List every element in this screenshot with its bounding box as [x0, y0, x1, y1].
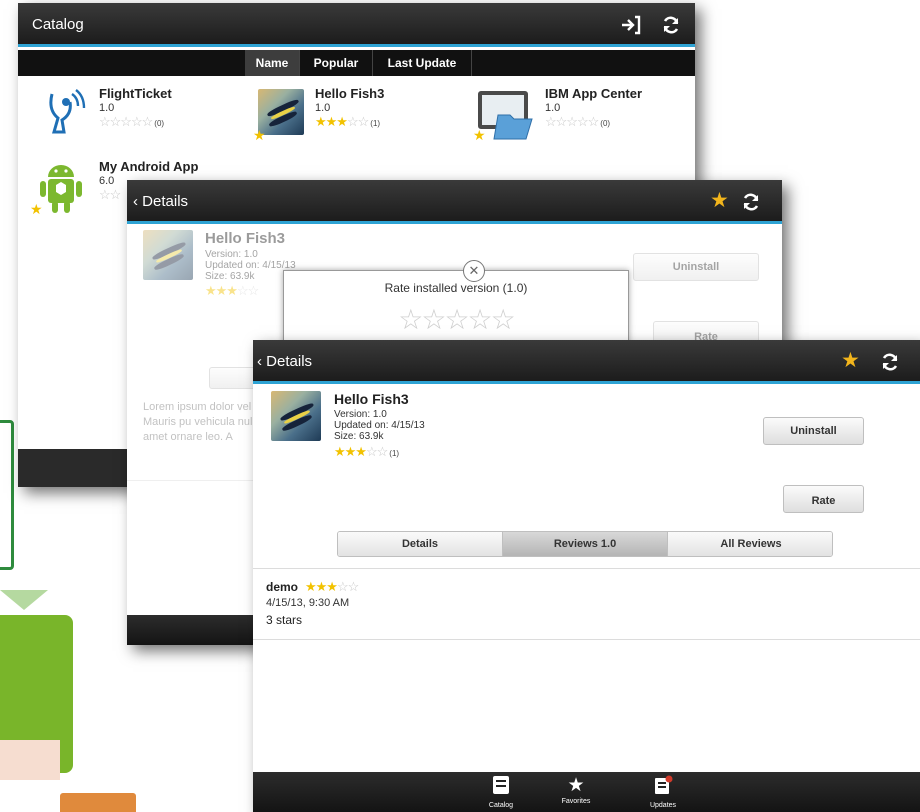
- app-version: Version: 1.0: [205, 249, 258, 260]
- rating-count: (1): [370, 119, 381, 128]
- tab-last-update[interactable]: Last Update: [373, 50, 472, 76]
- rating-stars: ☆☆☆☆☆ (0): [99, 114, 165, 129]
- app-size: Size: 63.9k: [205, 271, 255, 282]
- app-name: IBM App Center: [545, 86, 643, 101]
- favorites-star-icon: ★: [567, 775, 585, 796]
- favorite-star-icon: ★: [473, 127, 486, 143]
- app-version: Version: 1.0: [334, 409, 387, 420]
- tabbar-catalog-label: Catalog: [488, 802, 514, 809]
- rating-count: (0): [600, 119, 611, 128]
- android-icon: [38, 159, 84, 215]
- favorite-star-icon: ★: [30, 201, 43, 217]
- favorite-star-icon: ★: [253, 127, 266, 143]
- close-icon[interactable]: ✕: [463, 260, 485, 282]
- favorite-star-icon[interactable]: ★: [710, 190, 729, 211]
- app-item-ibm-app-center[interactable]: ★ IBM App Center 1.0 ☆☆☆☆☆ (0): [473, 83, 693, 145]
- fish-thumbnail: [143, 230, 193, 280]
- details-back-titlebar: ‹ Details ★: [127, 180, 782, 224]
- app-version: 1.0: [315, 102, 331, 114]
- tab-name[interactable]: Name: [245, 50, 300, 76]
- rate-dialog-stars[interactable]: ☆☆☆☆☆: [284, 303, 628, 336]
- tabbar-favorites-label: Favorites: [561, 798, 591, 805]
- review-item: demo ★★★☆☆ 4/15/13, 9:30 AM 3 stars: [253, 569, 920, 639]
- decorative-green-outline-box: [0, 420, 14, 570]
- catalog-title: Catalog: [32, 16, 84, 33]
- favorite-star-icon[interactable]: ★: [841, 350, 860, 371]
- app-title: Hello Fish3: [205, 230, 286, 247]
- tabbar-catalog[interactable]: Catalog: [476, 775, 526, 810]
- review-rating-stars: ★★★☆☆: [305, 579, 359, 594]
- rate-dialog-title: Rate installed version (1.0): [384, 281, 528, 295]
- rating-count: (1): [389, 449, 400, 458]
- rating-count: (0): [154, 119, 165, 128]
- tab-reviews-1-0[interactable]: Reviews 1.0: [503, 532, 668, 556]
- refresh-icon[interactable]: [880, 352, 900, 376]
- catalog-icon: [476, 775, 526, 801]
- details-front-title: Details: [266, 353, 313, 370]
- decorative-arrow-tip: [0, 590, 48, 610]
- tabbar-favorites[interactable]: ★ Favorites: [551, 775, 601, 806]
- tab-details[interactable]: Details: [338, 532, 503, 556]
- divider: [253, 639, 920, 640]
- flight-ticket-icon: [44, 88, 86, 136]
- app-name: FlightTicket: [99, 86, 172, 101]
- updates-icon: [638, 775, 688, 801]
- review-text: 3 stars: [266, 613, 303, 627]
- back-button[interactable]: ‹ Details: [257, 353, 312, 370]
- rating-stars: ☆☆☆☆☆ (0): [545, 114, 611, 129]
- app-title: Hello Fish3: [334, 391, 409, 407]
- fish-thumbnail: [271, 391, 321, 441]
- app-item-flightticket[interactable]: FlightTicket 1.0 ☆☆☆☆☆ (0): [18, 83, 238, 143]
- refresh-icon[interactable]: [661, 15, 681, 39]
- tab-all-reviews[interactable]: All Reviews: [668, 532, 832, 556]
- app-version: 1.0: [99, 102, 115, 114]
- app-version: 6.0: [99, 175, 115, 187]
- details-window-front: ‹ Details ★ Hello Fish3 Version: 1.0 Upd…: [253, 340, 920, 812]
- uninstall-button[interactable]: Uninstall: [763, 417, 864, 445]
- refresh-icon[interactable]: [741, 192, 761, 216]
- rating-stars: ★★★☆☆ (1): [334, 444, 400, 459]
- tabbar-updates-label: Updates: [649, 802, 677, 809]
- app-name: Hello Fish3: [315, 86, 385, 101]
- bottom-tabbar: Catalog ★ Favorites Updates: [253, 772, 920, 812]
- decorative-peach-box: [0, 740, 60, 780]
- app-name: My Android App: [99, 159, 199, 174]
- back-button[interactable]: ‹ Details: [133, 193, 188, 210]
- app-item-hello-fish3[interactable]: ★ Hello Fish3 1.0 ★★★☆☆ (1): [243, 83, 463, 143]
- tabbar-updates[interactable]: Updates: [638, 775, 688, 810]
- login-icon[interactable]: [620, 15, 642, 39]
- details-tabs: Details Reviews 1.0 All Reviews: [337, 531, 833, 557]
- review-author: demo: [266, 580, 299, 594]
- app-updated: Updated on: 4/15/13: [334, 420, 425, 431]
- catalog-titlebar: Catalog: [18, 3, 695, 47]
- rating-stars: ★★★☆☆: [205, 283, 259, 298]
- details-back-title: Details: [142, 193, 189, 210]
- details-front-titlebar: ‹ Details ★: [253, 340, 920, 384]
- catalog-sort-bar: Name Popular Last Update: [18, 50, 695, 76]
- review-date: 4/15/13, 9:30 AM: [266, 597, 350, 609]
- tab-popular[interactable]: Popular: [300, 50, 373, 76]
- decorative-orange-box: [60, 793, 136, 812]
- rate-button[interactable]: Rate: [783, 485, 864, 513]
- app-size: Size: 63.9k: [334, 431, 384, 442]
- uninstall-button[interactable]: Uninstall: [633, 253, 759, 281]
- rating-stars: ☆☆: [99, 187, 121, 202]
- app-version: 1.0: [545, 102, 561, 114]
- rating-stars: ★★★☆☆ (1): [315, 114, 381, 129]
